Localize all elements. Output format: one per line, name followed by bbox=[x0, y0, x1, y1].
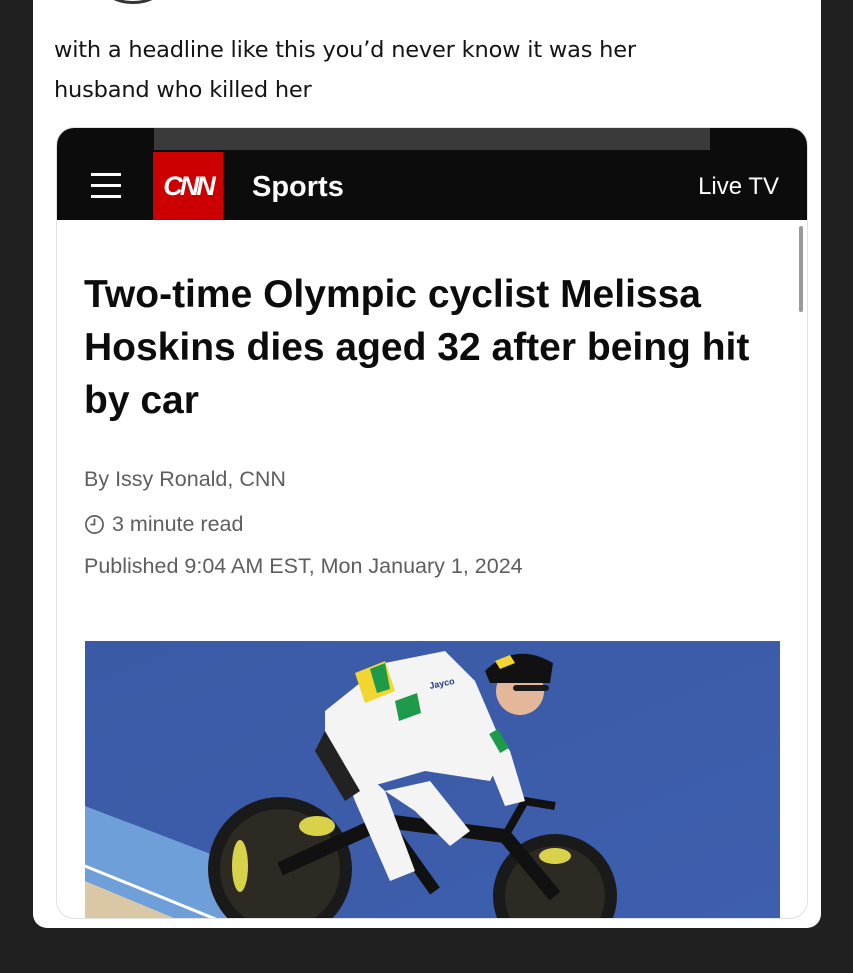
post-card: with a headline like this you’d never kn… bbox=[33, 0, 821, 928]
cnn-header: CNN Sports Live TV bbox=[57, 152, 807, 220]
read-time-label: 3 minute read bbox=[112, 512, 244, 536]
section-name[interactable]: Sports bbox=[252, 170, 344, 204]
cnn-logo[interactable]: CNN bbox=[153, 152, 223, 220]
article-screenshot[interactable]: CNN Sports Live TV Two-time Olympic cycl… bbox=[56, 127, 808, 919]
cnn-logo-text: CNN bbox=[163, 170, 215, 201]
read-time: 3 minute read bbox=[84, 510, 243, 538]
cyclist-illustration: Jayco bbox=[85, 641, 780, 918]
scrollbar[interactable] bbox=[799, 226, 803, 312]
status-bar bbox=[57, 128, 807, 152]
post-text: with a headline like this you’d never kn… bbox=[54, 30, 774, 110]
status-bar-band bbox=[154, 128, 710, 150]
hero-image[interactable]: Jayco bbox=[85, 641, 780, 918]
post-text-line-2: husband who killed her bbox=[54, 77, 312, 103]
post-text-line-1: with a headline like this you’d never kn… bbox=[54, 37, 636, 63]
live-tv-link[interactable]: Live TV bbox=[698, 172, 779, 202]
avatar[interactable] bbox=[103, 0, 163, 4]
published-date: Published 9:04 AM EST, Mon January 1, 20… bbox=[84, 554, 523, 578]
byline: By Issy Ronald, CNN bbox=[84, 467, 286, 491]
clock-icon bbox=[85, 514, 104, 534]
hamburger-menu-icon[interactable] bbox=[91, 169, 121, 203]
article-headline: Two-time Olympic cyclist Melissa Hoskins… bbox=[84, 273, 750, 422]
